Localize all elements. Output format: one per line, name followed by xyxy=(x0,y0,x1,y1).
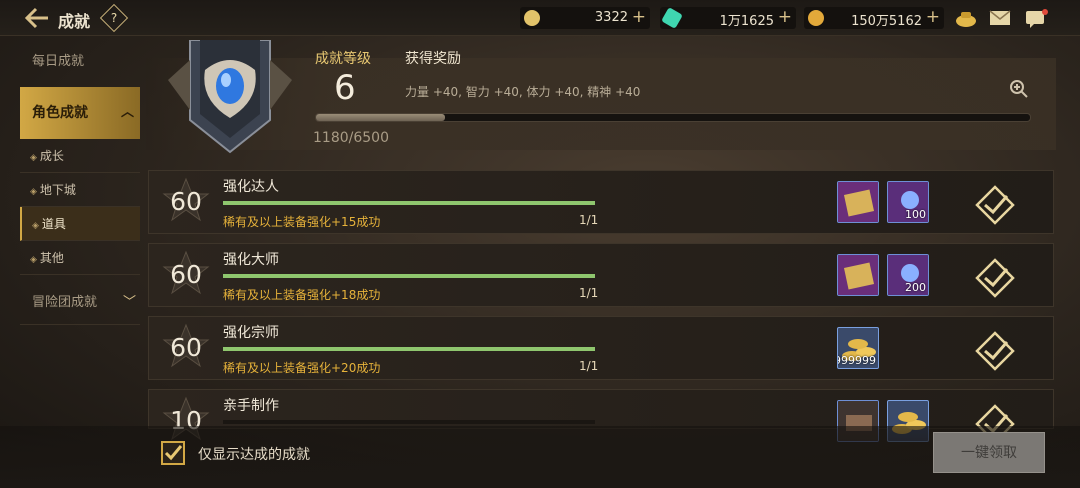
reward-item-orb-icon[interactable]: 200 xyxy=(887,254,929,296)
reward-text: 力量 +40, 智力 +40, 体力 +40, 精神 +40 xyxy=(405,85,641,99)
reward-item-count: 999999 xyxy=(837,354,876,367)
bag-icon[interactable] xyxy=(955,8,977,28)
sidebar-sub-other[interactable]: ◈ 其他 xyxy=(20,241,140,275)
chevron-up-icon: ︿ xyxy=(120,105,134,120)
claim-check-icon[interactable] xyxy=(975,185,1015,225)
sidebar-sub-growth[interactable]: ◈ 成长 xyxy=(20,139,140,173)
top-bar: 成就 ? 3322 + 1万1625 + 150万5162 + xyxy=(0,0,1080,36)
sidebar-sub-dungeon[interactable]: ◈ 地下城 xyxy=(20,173,140,207)
sidebar-item-daily[interactable]: 每日成就 xyxy=(20,36,140,88)
achievement-progress-fill xyxy=(223,201,595,205)
coin-icon xyxy=(524,10,540,26)
reward-item-orb-icon[interactable]: 100 xyxy=(887,181,929,223)
level-progress-bar xyxy=(315,113,1031,122)
achievement-row: 60 强化达人稀有及以上装备强化+15成功 1/1 100 xyxy=(148,170,1054,234)
achievement-desc: 稀有及以上装备强化+18成功 xyxy=(223,288,381,302)
achievement-progress-bar xyxy=(223,347,595,351)
points-value: 60 xyxy=(170,333,202,362)
achievement-row: 10 亲手制作 xyxy=(148,389,1054,444)
claim-check-icon[interactable] xyxy=(975,331,1015,371)
sidebar-sub-item[interactable]: ◈ 道具 xyxy=(20,207,140,241)
claim-all-button[interactable]: 一键领取 xyxy=(933,432,1045,473)
sidebar-item-adventure[interactable]: 冒险团成就 ﹀ xyxy=(20,281,140,325)
achievement-title: 强化宗师 xyxy=(223,325,279,341)
chat-icon[interactable] xyxy=(1025,8,1048,28)
achievement-count: 1/1 xyxy=(579,359,599,373)
reward-item-count: 100 xyxy=(905,208,926,221)
sidebar: 每日成就 角色成就 ︿ ◈ 成长 ◈ 地下城 ◈ 道具 ◈ 其他 冒险团成就 ﹀ xyxy=(20,36,140,436)
achievement-row: 60 强化大师稀有及以上装备强化+18成功 1/1 200 xyxy=(148,243,1054,307)
achievement-progress-fill xyxy=(223,274,595,278)
currency-gem: 1万1625 + xyxy=(660,7,796,29)
level-progress-fill xyxy=(316,114,445,121)
zoom-in-icon[interactable] xyxy=(1010,80,1028,98)
achievement-row: 60 强化宗师稀有及以上装备强化+20成功 1/1 999999 xyxy=(148,316,1054,380)
achievement-title: 强化达人 xyxy=(223,179,279,195)
achievement-count: 1/1 xyxy=(579,213,599,227)
claim-check-icon[interactable] xyxy=(975,258,1015,298)
currency-coin: 3322 + xyxy=(520,7,650,29)
reward-item-gold-icon[interactable]: 999999 xyxy=(837,327,879,369)
add-gold-button[interactable]: + xyxy=(926,7,940,27)
points-value: 60 xyxy=(170,260,202,289)
points-value: 60 xyxy=(170,187,202,216)
chevron-down-icon: ﹀ xyxy=(122,295,136,310)
help-icon[interactable]: ? xyxy=(99,3,129,33)
achievement-title: 强化大师 xyxy=(223,252,279,268)
gold-icon xyxy=(808,10,824,26)
achievement-progress-bar xyxy=(223,274,595,278)
level-progress-text: 1180/6500 xyxy=(313,130,389,146)
achievement-desc: 稀有及以上装备强化+20成功 xyxy=(223,361,381,375)
level-label: 成就等级 xyxy=(315,51,371,67)
sidebar-item-character[interactable]: 角色成就 ︿ xyxy=(20,87,140,139)
level-value: 6 xyxy=(334,68,356,108)
reward-item-count: 200 xyxy=(905,281,926,294)
reward-label: 获得奖励 xyxy=(405,51,461,67)
currency-gold: 150万5162 + xyxy=(804,7,944,29)
back-arrow-icon[interactable] xyxy=(24,6,52,30)
add-gem-button[interactable]: + xyxy=(778,7,792,27)
reward-item-ticket-icon[interactable] xyxy=(837,181,879,223)
show-completed-label: 仅显示达成的成就 xyxy=(198,447,310,463)
reward-item-ticket-icon[interactable] xyxy=(837,254,879,296)
add-coin-button[interactable]: + xyxy=(632,7,646,27)
achievement-desc: 稀有及以上装备强化+15成功 xyxy=(223,215,381,229)
page-title: 成就 xyxy=(58,12,91,31)
achievement-progress-bar xyxy=(223,420,595,424)
mail-icon[interactable] xyxy=(989,8,1011,28)
achievement-emblem-icon xyxy=(160,39,300,158)
show-completed-checkbox[interactable] xyxy=(161,441,185,465)
achievement-progress-fill xyxy=(223,347,595,351)
achievement-progress-bar xyxy=(223,201,595,205)
gem-icon xyxy=(661,7,683,29)
achievement-title: 亲手制作 xyxy=(223,398,279,414)
achievement-count: 1/1 xyxy=(579,286,599,300)
